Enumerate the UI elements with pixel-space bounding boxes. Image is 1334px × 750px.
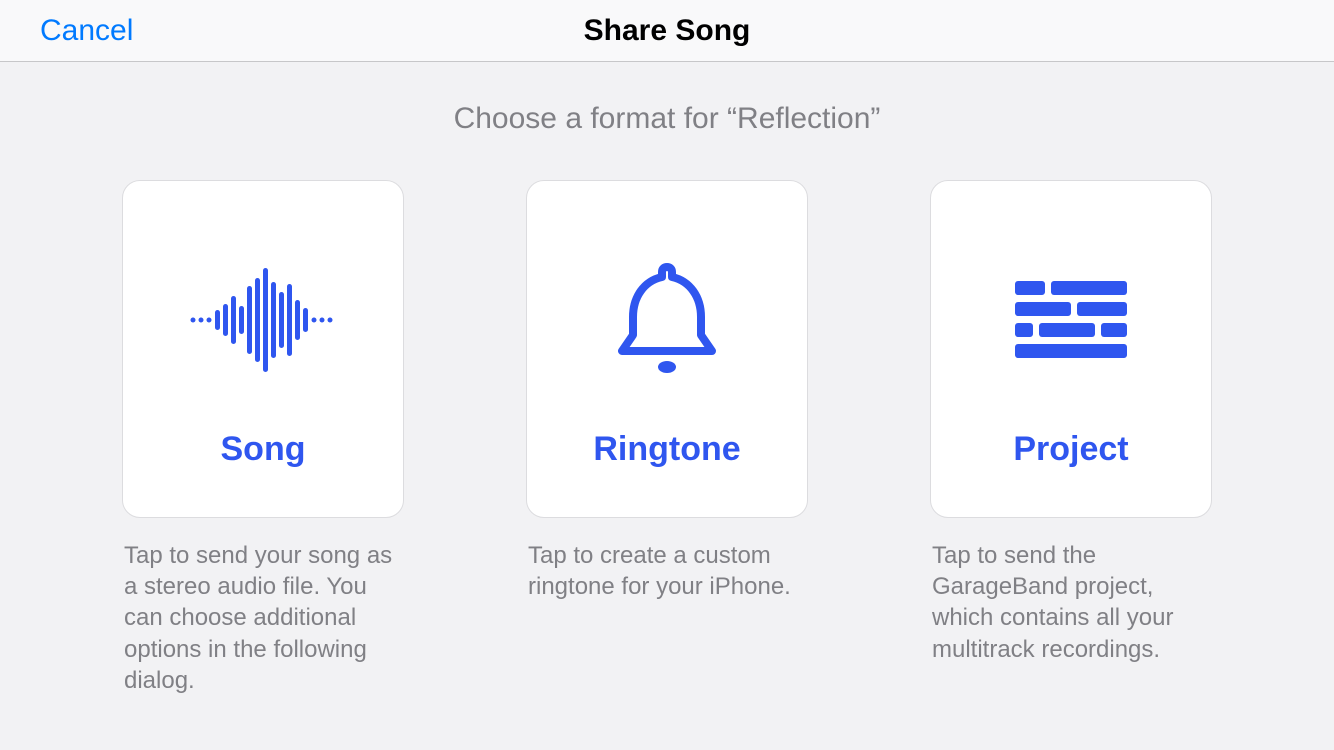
project-label: Project <box>1013 430 1128 469</box>
ringtone-description: Tap to create a custom ringtone for your… <box>526 540 808 602</box>
bell-icon <box>602 230 732 410</box>
header-bar: Cancel Share Song <box>0 0 1334 62</box>
ringtone-label: Ringtone <box>593 430 740 469</box>
tracks-icon <box>1011 230 1131 410</box>
cancel-button[interactable]: Cancel <box>40 14 133 48</box>
song-description: Tap to send your song as a stereo audio … <box>122 540 404 696</box>
ringtone-card[interactable]: Ringtone <box>526 180 808 518</box>
project-card[interactable]: Project <box>930 180 1212 518</box>
project-description: Tap to send the GarageBand project, whic… <box>930 540 1212 665</box>
page-title: Share Song <box>584 14 751 48</box>
option-project: Project Tap to send the GarageBand proje… <box>930 180 1212 696</box>
option-song: Song Tap to send your song as a stereo a… <box>122 180 404 696</box>
option-ringtone: Ringtone Tap to create a custom ringtone… <box>526 180 808 696</box>
song-label: Song <box>221 430 306 469</box>
waveform-icon <box>183 230 343 410</box>
subtitle: Choose a format for “Reflection” <box>0 102 1334 136</box>
format-options: Song Tap to send your song as a stereo a… <box>0 180 1334 696</box>
song-card[interactable]: Song <box>122 180 404 518</box>
